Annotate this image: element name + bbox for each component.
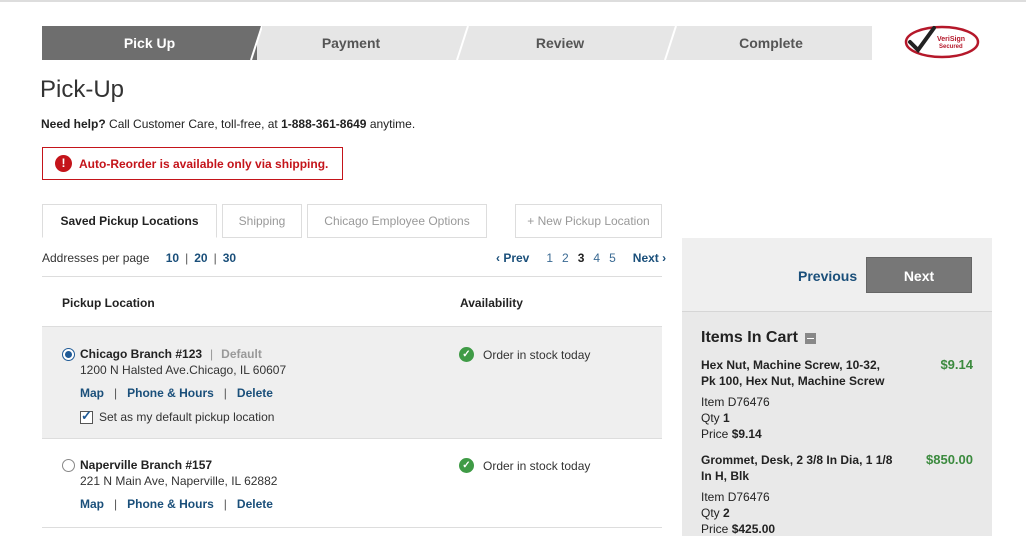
previous-button[interactable]: Previous (798, 268, 857, 284)
map-link[interactable]: Map (80, 386, 104, 400)
availability-status: ✓ Order in stock today (459, 347, 590, 362)
navigation-bar: Previous Next (682, 238, 992, 312)
location-address: 221 N Main Ave, Naperville, IL 62882 (80, 474, 278, 488)
phone-hours-link[interactable]: Phone & Hours (127, 386, 214, 400)
next-page-link[interactable]: Next › (633, 251, 666, 265)
alert-icon: ! (55, 155, 72, 172)
delete-link[interactable]: Delete (237, 497, 273, 511)
page-5-link[interactable]: 5 (609, 251, 616, 265)
pickup-location-row[interactable]: Naperville Branch #157 221 N Main Ave, N… (42, 439, 662, 527)
location-name: Naperville Branch #157 (80, 458, 213, 472)
step-payment: Payment (321, 35, 381, 51)
order-summary-panel: Previous Next Items In Cart Hex Nut, Mac… (682, 238, 992, 536)
help-text: Need help? Call Customer Care, toll-free… (41, 117, 416, 131)
page-4-link[interactable]: 4 (593, 251, 600, 265)
cart-item-qty: Qty 1 (701, 411, 730, 425)
new-pickup-location-button[interactable]: + New Pickup Location (515, 204, 662, 238)
availability-status: ✓ Order in stock today (459, 458, 590, 473)
step-pick-up: Pick Up (42, 26, 257, 60)
default-label: Default (221, 347, 262, 361)
location-links: Map | Phone & Hours | Delete (80, 386, 273, 400)
step-review: Review (535, 35, 585, 51)
checkbox-checked-icon[interactable] (80, 408, 93, 424)
check-circle-icon: ✓ (459, 347, 474, 362)
tab-shipping[interactable]: Shipping (222, 204, 302, 238)
phone-hours-link[interactable]: Phone & Hours (127, 497, 214, 511)
cart-item: Hex Nut, Machine Screw, 10-32, Pk 100, H… (701, 357, 973, 442)
cart-item-name: Grommet, Desk, 2 3/8 In Dia, 1 1/8 In H,… (701, 453, 893, 483)
column-header-pickup-location: Pickup Location (62, 296, 155, 310)
location-links: Map | Phone & Hours | Delete (80, 497, 273, 511)
page-3-current: 3 (577, 251, 585, 265)
cart-item-total: $850.00 (926, 452, 973, 467)
addresses-per-page: Addresses per page 10 | 20 | 30 (42, 251, 237, 265)
page-2-link[interactable]: 2 (562, 251, 569, 265)
column-header-availability: Availability (460, 296, 523, 310)
tab-saved-pickup-locations[interactable]: Saved Pickup Locations (42, 204, 217, 238)
checkout-progress: Pick Up Payment Review Complete (42, 26, 872, 60)
step-separator (456, 26, 469, 60)
step-complete: Complete (739, 35, 803, 51)
prev-page-link[interactable]: ‹ Prev (496, 251, 529, 265)
svg-text:VeriSign: VeriSign (937, 36, 965, 43)
cart-item-number: Item D76476 (701, 490, 770, 504)
cart-item-unit-price: Price $9.14 (701, 427, 762, 441)
divider (42, 276, 662, 277)
step-separator (248, 26, 262, 60)
pagination: ‹ Prev 1 2 3 4 5 Next › (496, 251, 666, 265)
delete-link[interactable]: Delete (237, 386, 273, 400)
map-link[interactable]: Map (80, 497, 104, 511)
location-name: Chicago Branch #123 | Default (80, 347, 262, 361)
check-circle-icon: ✓ (459, 458, 474, 473)
cart-item-number: Item D76476 (701, 395, 770, 409)
top-divider (0, 0, 1026, 2)
auto-reorder-alert: ! Auto-Reorder is available only via shi… (42, 147, 343, 180)
tab-chicago-employee-options[interactable]: Chicago Employee Options (307, 204, 487, 238)
pickup-location-row[interactable]: Chicago Branch #123 | Default 1200 N Halst… (42, 327, 662, 438)
page-title: Pick-Up (40, 76, 125, 103)
cart-item-unit-price: Price $425.00 (701, 522, 776, 536)
location-radio[interactable] (62, 459, 75, 472)
cart-item: Grommet, Desk, 2 3/8 In Dia, 1 1/8 In H,… (701, 452, 973, 536)
page-1-link[interactable]: 1 (546, 251, 553, 265)
per-page-10[interactable]: 10 (166, 251, 179, 265)
per-page-30[interactable]: 30 (223, 251, 236, 265)
per-page-label: Addresses per page (42, 251, 150, 265)
cart-item-name: Hex Nut, Machine Screw, 10-32, Pk 100, H… (701, 358, 885, 388)
items-in-cart-heading: Items In Cart (701, 329, 816, 347)
cart-item-total: $9.14 (940, 357, 973, 372)
divider (42, 527, 662, 528)
alert-message: Auto-Reorder is available only via shipp… (79, 156, 329, 171)
location-address: 1200 N Halsted Ave.Chicago, IL 60607 (80, 363, 287, 377)
per-page-20[interactable]: 20 (194, 251, 207, 265)
verisign-secured-logo[interactable]: VeriSign Secured (902, 22, 982, 62)
svg-text:Secured: Secured (939, 44, 963, 50)
next-button[interactable]: Next (866, 257, 972, 293)
step-separator (664, 26, 677, 60)
location-radio-selected[interactable] (62, 348, 75, 361)
collapse-icon[interactable] (804, 332, 816, 344)
cart-item-qty: Qty 2 (701, 506, 730, 520)
default-location-checkbox[interactable]: Set as my default pickup location (80, 408, 274, 424)
